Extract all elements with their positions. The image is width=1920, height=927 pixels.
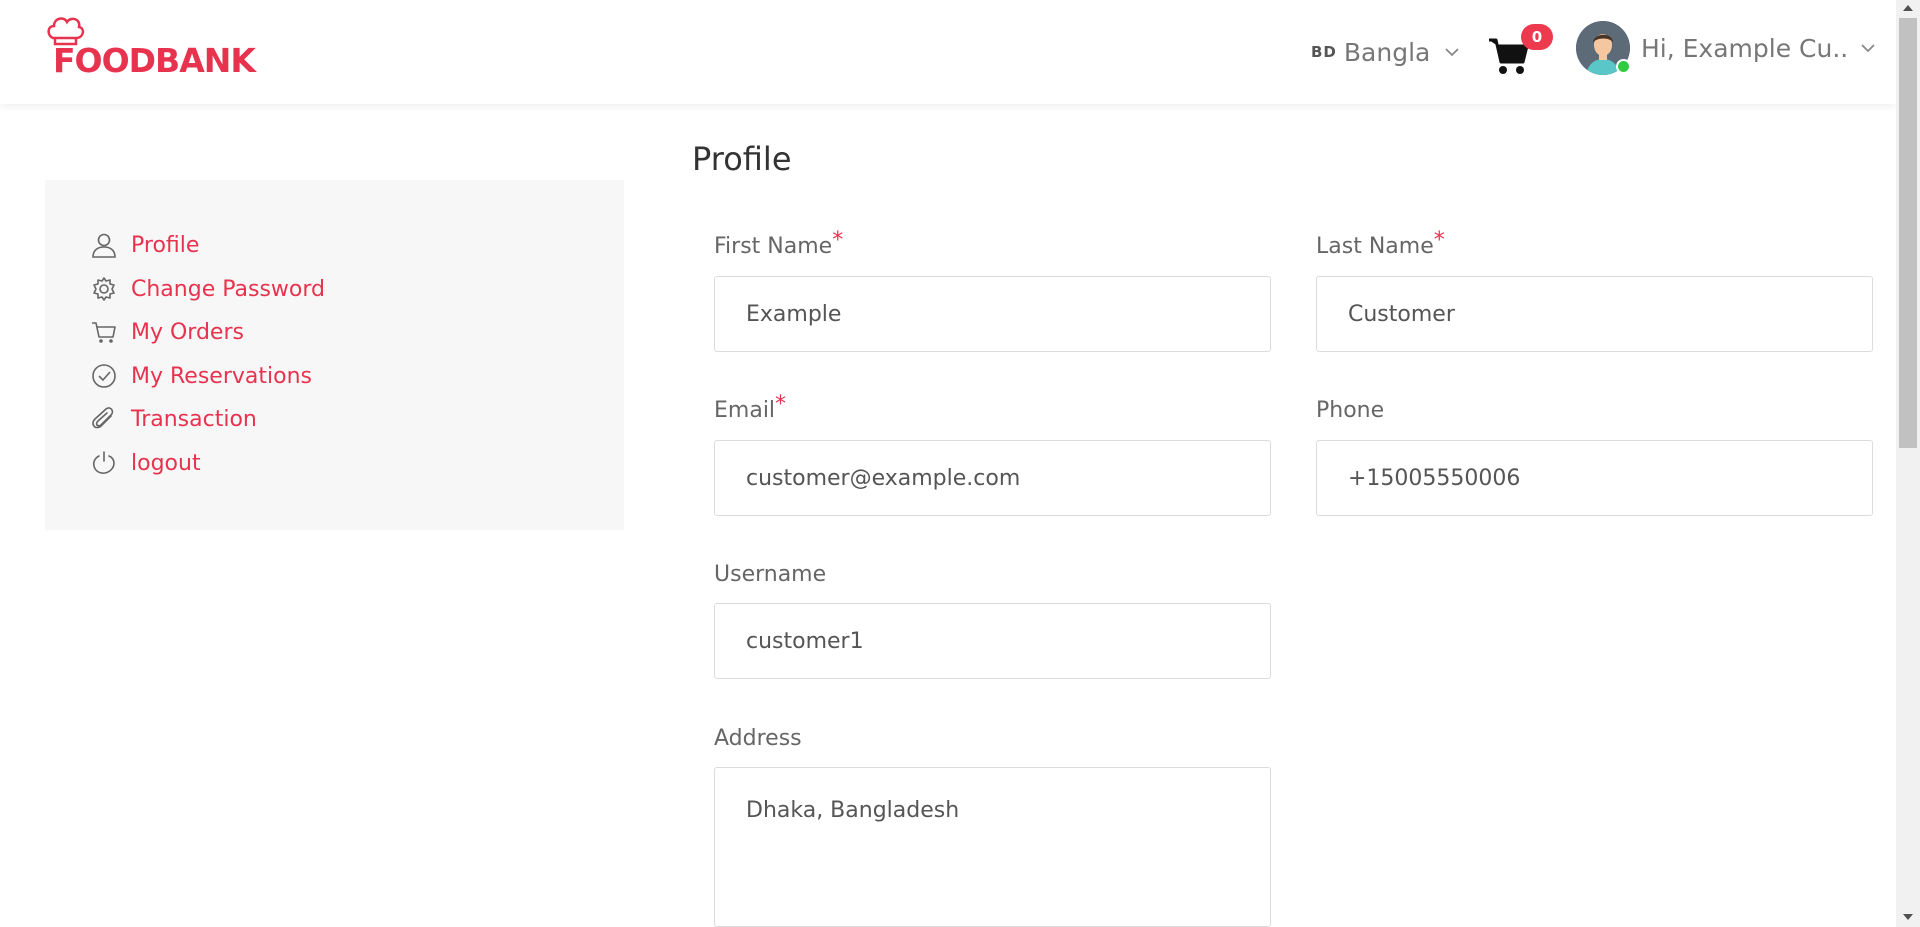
user-menu[interactable]: Hi, Example Cu.. <box>1576 20 1876 76</box>
avatar <box>1576 21 1631 75</box>
last-name-label: Last Name* <box>1316 228 1445 259</box>
logo-text: FOODBANK <box>53 41 256 80</box>
top-header: FOODBANK BD Bangla 0 Hi, Example Cu.. <box>0 0 1896 104</box>
cart-count-badge: 0 <box>1521 24 1553 50</box>
first-name-label-text: First Name <box>714 234 833 259</box>
sidebar-item-profile[interactable]: Profile <box>91 228 199 262</box>
chevron-down-icon <box>1861 44 1875 53</box>
first-name-input[interactable]: Example <box>714 276 1271 352</box>
sidebar-item-change-password[interactable]: Change Password <box>91 272 325 306</box>
email-label-text: Email <box>714 398 776 423</box>
last-name-label-text: Last Name <box>1316 234 1434 259</box>
email-label: Email* <box>714 392 786 423</box>
sidebar-item-label: Change Password <box>131 276 325 302</box>
first-name-label: First Name* <box>714 228 843 259</box>
required-marker: * <box>832 228 844 253</box>
required-marker: * <box>775 392 787 417</box>
check-circle-icon <box>91 363 117 389</box>
page-scrollbar[interactable] <box>1896 0 1920 927</box>
sidebar-item-label: My Reservations <box>131 363 312 389</box>
gear-icon <box>91 276 117 302</box>
flag-code: BD <box>1311 43 1337 61</box>
page-title: Profile <box>692 140 792 178</box>
language-label: Bangla <box>1343 37 1431 67</box>
sidebar-item-label: logout <box>131 450 201 476</box>
user-greeting: Hi, Example Cu.. <box>1641 33 1849 63</box>
chevron-down-icon <box>1445 48 1459 57</box>
scrollbar-thumb[interactable] <box>1899 18 1917 448</box>
paperclip-icon <box>91 406 117 432</box>
power-icon <box>91 450 117 476</box>
user-icon <box>91 232 117 258</box>
phone-field[interactable]: +15005550006 <box>1316 440 1873 516</box>
sidebar-item-logout[interactable]: logout <box>91 446 201 480</box>
account-sidebar: Profile Change Password My Orders My Res… <box>45 180 624 530</box>
language-selector[interactable]: BD Bangla <box>1311 35 1460 69</box>
sidebar-item-transaction[interactable]: Transaction <box>91 402 257 436</box>
last-name-input[interactable]: Customer <box>1316 276 1873 352</box>
cart-icon <box>91 319 117 345</box>
foodbank-logo[interactable]: FOODBANK <box>43 14 256 80</box>
sidebar-item-label: Profile <box>131 232 200 258</box>
scroll-down-arrow-icon[interactable] <box>1903 914 1913 920</box>
address-label: Address <box>714 726 802 751</box>
email-field[interactable]: customer@example.com <box>714 440 1271 516</box>
phone-label: Phone <box>1316 398 1385 423</box>
address-textarea[interactable]: Dhaka, Bangladesh <box>714 767 1271 927</box>
scroll-up-arrow-icon[interactable] <box>1903 5 1913 11</box>
sidebar-item-label: My Orders <box>131 319 244 345</box>
sidebar-item-label: Transaction <box>131 406 257 432</box>
sidebar-item-my-reservations[interactable]: My Reservations <box>91 359 312 393</box>
username-field[interactable]: customer1 <box>714 603 1271 679</box>
username-label: Username <box>714 562 827 587</box>
online-status-dot <box>1616 59 1631 74</box>
required-marker: * <box>1433 228 1445 253</box>
sidebar-item-my-orders[interactable]: My Orders <box>91 315 244 349</box>
